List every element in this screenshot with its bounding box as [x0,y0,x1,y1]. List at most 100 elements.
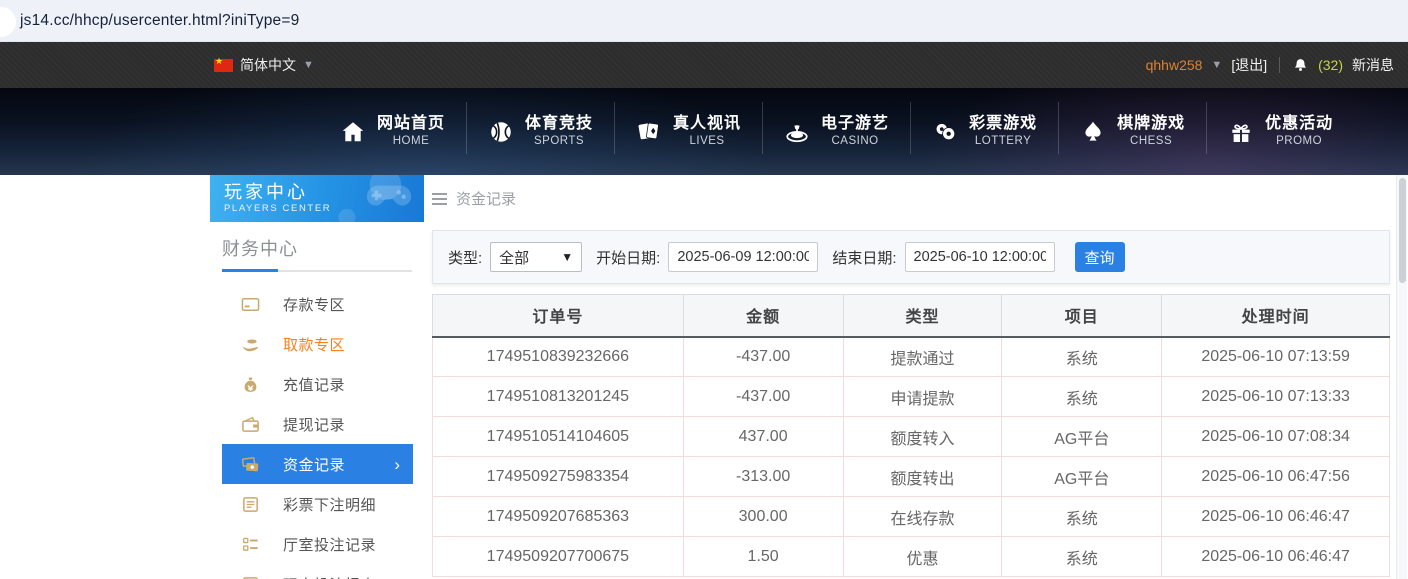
table-cell: 额度转入 [842,416,1003,457]
nav-item-title: 体育竞技 [525,115,594,132]
banknotes-icon [241,455,260,474]
logout-link[interactable]: [退出] [1231,55,1267,75]
table-cell: 系统 [1001,336,1163,377]
url-text[interactable]: js14.cc/hhcp/usercenter.html?iniType=9 [20,12,299,30]
china-flag-icon: ★ [214,56,233,72]
bank-card-icon [241,295,260,314]
sidebar-item-funds-records[interactable]: 资金记录 › [222,444,413,484]
table-column-header: 项目 [1001,294,1163,338]
table-cell: 1749510839232666 [432,336,684,377]
nav-item-casino[interactable]: 电子游艺 CASINO [762,102,910,154]
message-label[interactable]: 新消息 [1352,55,1394,75]
table-column-header: 类型 [842,294,1003,338]
ball-icon [487,118,514,145]
table-cell: -437.00 [682,376,844,417]
nav-item-subtitle: CASINO [831,135,879,147]
table-cell: 2025-06-10 06:47:56 [1161,456,1390,497]
sidebar-item-label: 取款专区 [283,336,346,354]
chevron-down-icon: ▼ [303,59,314,71]
menu-icon[interactable] [432,192,447,205]
breadcrumb-label: 资金记录 [456,191,517,208]
sidebar-item-withdrawal-records[interactable]: 提现记录 [222,404,413,444]
wallet-icon [241,415,260,434]
funds-records-table: 订单号 金额 类型 项目 处理时间 1749510839232666 -437.00 提款通… [432,294,1390,577]
table-cell: 2025-06-10 07:13:59 [1161,336,1390,377]
nav-item-title: 真人视讯 [673,115,742,132]
bell-icon[interactable] [1292,57,1309,74]
filter-panel: 类型: 全部 ▼ 开始日期: 结束日期: 查询 [432,230,1390,284]
nav-item-subtitle: HOME [392,135,430,147]
table-column-header: 处理时间 [1161,294,1390,338]
sidebar-item-player-bet-report[interactable]: 玩家投注报表 [222,564,413,579]
nav-item-title: 电子游艺 [821,115,890,132]
nav-item-subtitle: PROMO [1276,135,1323,147]
balls-icon [931,118,958,145]
sidebar: 玩家中心 PLAYERS CENTER 财务中心 存款专区 取款专区 充值记录 … [210,175,424,579]
username[interactable]: qhhw258 [1146,57,1203,73]
sidebar-item-label: 厅室投注记录 [283,536,377,554]
gamepad-icon [362,179,416,222]
table-cell: 1749510514104605 [432,416,684,457]
sidebar-item-withdraw-zone[interactable]: 取款专区 [222,324,413,364]
nav-item-subtitle: SPORTS [533,135,585,147]
message-count[interactable]: (32) [1318,57,1343,73]
money-bag-icon [241,375,260,394]
table-cell: AG平台 [1001,456,1163,497]
nav-item-subtitle: LIVES [689,135,725,147]
page-body: 玩家中心 PLAYERS CENTER 财务中心 存款专区 取款专区 充值记录 … [0,175,1408,579]
main-content: 资金记录 类型: 全部 ▼ 开始日期: 结束日期: 查询 订单号金额类型项目处理… [432,175,1390,577]
table-cell: 437.00 [682,416,844,457]
nav-item-lottery[interactable]: 彩票游戏 LOTTERY [910,102,1058,154]
table-cell: -313.00 [682,456,844,497]
table-cell: 1749509275983354 [432,456,684,497]
table-cell: 1749509207685363 [432,496,684,537]
roulette-icon [783,118,810,145]
sidebar-item-hall-bet-records[interactable]: 厅室投注记录 [222,524,413,564]
table-cell: 300.00 [682,496,844,537]
chevron-down-icon[interactable]: ▼ [1211,59,1222,71]
sidebar-item-deposit-zone[interactable]: 存款专区 [222,284,413,324]
nav-item-promo[interactable]: 优惠活动 PROMO [1206,102,1354,154]
nav-item-sports[interactable]: 体育竞技 SPORTS [466,102,614,154]
table-row: 1749510514104605 437.00 额度转入 AG平台 2025-06-10… [432,416,1390,457]
divider [1279,57,1281,73]
chevron-right-icon: › [394,454,400,474]
sidebar-item-label: 提现记录 [283,416,346,434]
sidebar-item-label: 资金记录 [283,456,346,474]
browser-url-bar: js14.cc/hhcp/usercenter.html?iniType=9 [0,0,1408,42]
hand-money-icon [241,335,260,354]
table-cell: 系统 [1001,496,1163,537]
start-date-input[interactable] [668,242,819,272]
sidebar-header: 玩家中心 PLAYERS CENTER [210,175,424,222]
sidebar-item-label: 彩票下注明细 [283,496,377,514]
nav-item-home[interactable]: 网站首页 HOME [318,114,466,149]
table-header-row: 订单号 金额 类型 项目 处理时间 [432,294,1390,338]
table-cell: 系统 [1001,376,1163,417]
table-cell: 2025-06-10 06:46:47 [1161,496,1390,537]
language-selector[interactable]: ★ 简体中文 ▼ [214,55,314,75]
table-row: 1749510839232666 -437.00 提款通过 系统 2025-06-10 … [432,336,1390,377]
gift-icon [1227,118,1254,145]
account-bar: ★ 简体中文 ▼ qhhw258 ▼ [退出] (32) 新消息 [0,42,1408,88]
table-cell: 优惠 [842,536,1003,577]
home-icon [339,118,366,145]
table-row: 1749510813201245 -437.00 申请提款 系统 2025-06-10 … [432,376,1390,417]
table-cell: 在线存款 [842,496,1003,537]
type-select[interactable]: 全部 ▼ [490,242,583,272]
type-label: 类型: [448,249,483,267]
table-cell: 1.50 [682,536,844,577]
table-column-header: 订单号 [432,294,684,338]
nav-item-chess[interactable]: 棋牌游戏 CHESS [1058,102,1206,154]
scrollbar[interactable] [1396,175,1407,579]
nav-item-title: 网站首页 [377,115,446,132]
search-button[interactable]: 查询 [1074,242,1125,272]
sidebar-item-recharge-records[interactable]: 充值记录 [222,364,413,404]
nav-item-lives[interactable]: 真人视讯 LIVES [614,102,762,154]
type-select-value: 全部 [499,249,530,267]
nav-item-subtitle: CHESS [1130,135,1173,147]
end-date-input[interactable] [904,242,1055,272]
breadcrumb: 资金记录 [432,188,1390,209]
sidebar-item-lottery-bet-details[interactable]: 彩票下注明细 [222,484,413,524]
section-title: 财务中心 [222,239,298,259]
scrollbar-thumb[interactable] [1398,178,1406,283]
